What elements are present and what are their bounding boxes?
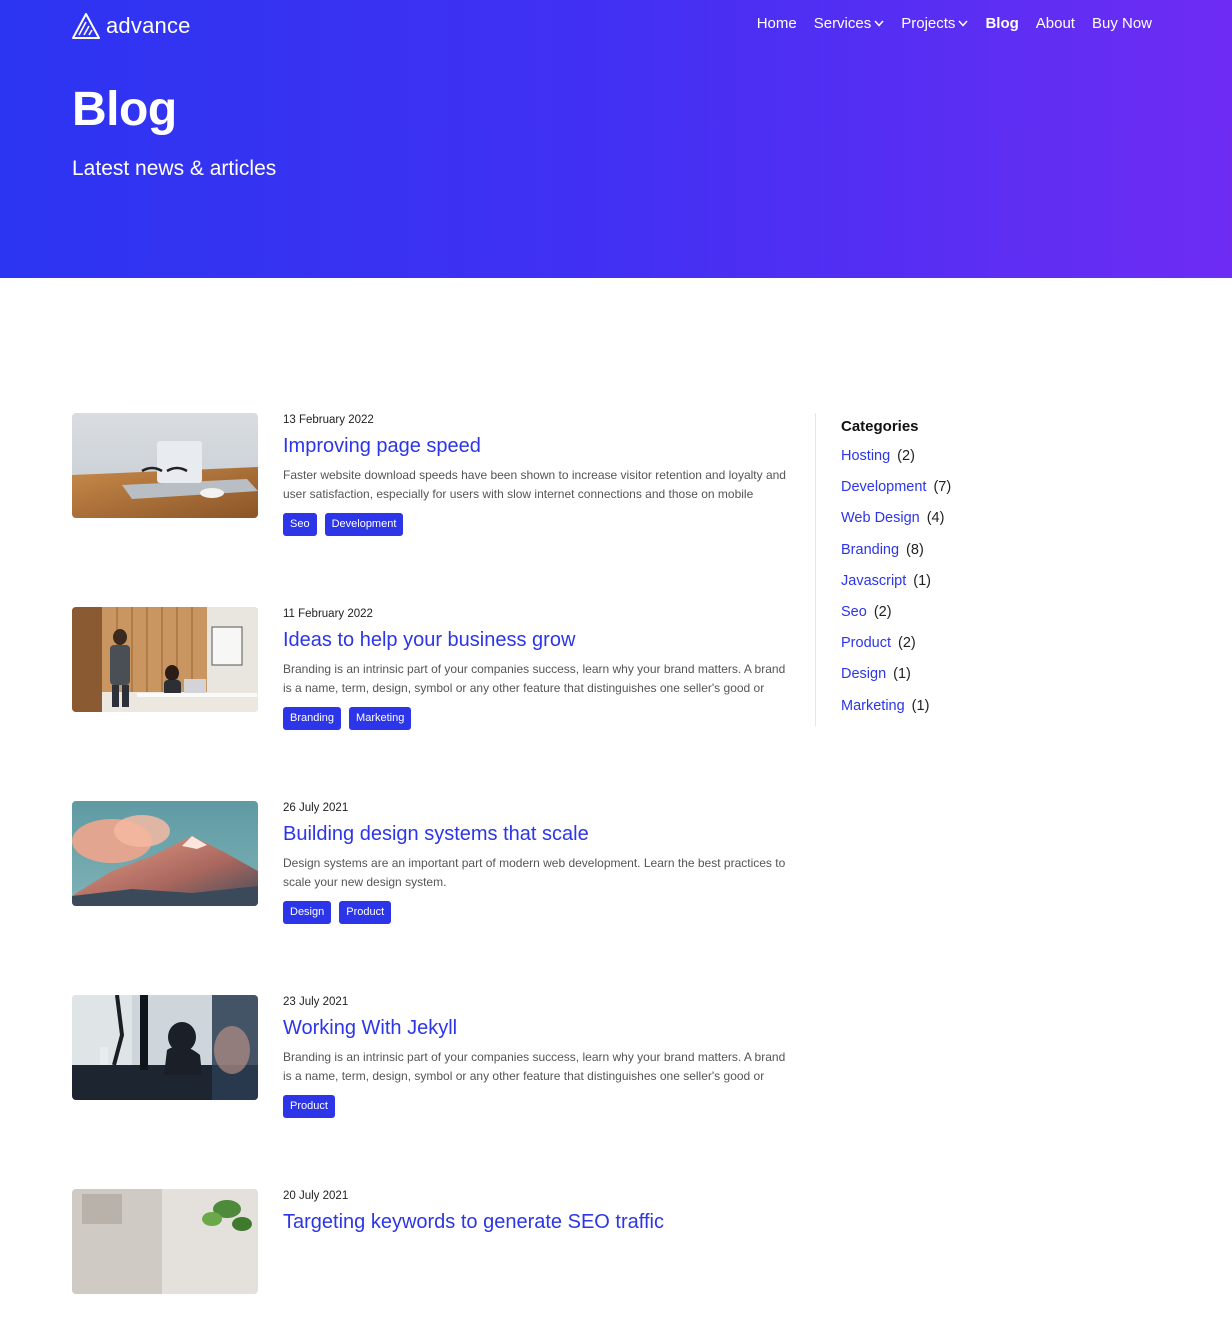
post-excerpt: Faster website download speeds have been… bbox=[283, 468, 786, 501]
nav-about[interactable]: About bbox=[1036, 15, 1075, 32]
main-nav: Home Services Projects Blog About Buy No… bbox=[757, 15, 1152, 32]
category-item-web-design: Web Design (4) bbox=[841, 510, 1141, 541]
mountain-image bbox=[72, 801, 258, 906]
nav-home[interactable]: Home bbox=[757, 15, 797, 32]
category-item-seo: Seo (2) bbox=[841, 604, 1141, 635]
tag-product[interactable]: Product bbox=[283, 1095, 335, 1118]
post-tags: Design Product bbox=[283, 901, 793, 924]
category-link[interactable]: Design bbox=[841, 666, 886, 682]
category-count: (7) bbox=[933, 479, 952, 496]
post-date: 23 July 2021 bbox=[283, 996, 349, 1008]
category-link[interactable]: Marketing bbox=[841, 698, 905, 714]
category-count: (8) bbox=[906, 541, 924, 558]
nav-services-label: Services bbox=[813, 15, 872, 32]
category-item-branding: Branding (8) bbox=[841, 542, 1141, 573]
post-title-link[interactable]: Building design systems that scale bbox=[283, 822, 793, 846]
nav-blog[interactable]: Blog bbox=[985, 15, 1018, 32]
plant-image bbox=[72, 1189, 258, 1294]
category-count: (2) bbox=[873, 603, 892, 620]
category-count: (2) bbox=[897, 448, 915, 464]
post-date: 11 February 2022 bbox=[283, 608, 373, 620]
post-excerpt: Design systems are an important part of … bbox=[283, 856, 786, 889]
nav-projects[interactable]: Projects bbox=[901, 15, 968, 32]
post-body: 11 February 2022 Ideas to help your busi… bbox=[283, 607, 793, 730]
category-item-hosting: Hosting (2) bbox=[841, 448, 1141, 479]
logo[interactable]: advance bbox=[72, 12, 191, 40]
category-count: (1) bbox=[893, 666, 911, 683]
category-link[interactable]: Hosting bbox=[841, 448, 890, 464]
post-body: 23 July 2021 Working With Jekyll Brandin… bbox=[283, 995, 793, 1118]
page-title: Blog bbox=[72, 83, 177, 136]
categories-sidebar: Categories Hosting (2) Development (7) W… bbox=[841, 417, 1141, 729]
chevron-down-icon bbox=[958, 20, 968, 27]
nav-buy-now[interactable]: Buy Now bbox=[1092, 15, 1152, 32]
post-item: 23 July 2021 Working With Jekyll Brandin… bbox=[72, 995, 792, 1125]
post-tags: Product bbox=[283, 1095, 793, 1118]
category-item-marketing: Marketing (1) bbox=[841, 698, 1141, 729]
sidebar-divider bbox=[815, 413, 816, 726]
category-item-development: Development (7) bbox=[841, 479, 1141, 510]
logo-text: advance bbox=[106, 13, 191, 38]
post-thumbnail-plant[interactable] bbox=[72, 1189, 258, 1294]
nav-projects-label: Projects bbox=[901, 15, 956, 32]
post-thumbnail-office[interactable] bbox=[72, 607, 258, 712]
tag-design[interactable]: Design bbox=[283, 901, 332, 924]
post-body: 20 July 2021 Targeting keywords to gener… bbox=[283, 1189, 793, 1234]
tag-development[interactable]: Development bbox=[324, 513, 404, 536]
office-people-image bbox=[72, 607, 258, 712]
post-body: 13 February 2022 Improving page speed Fa… bbox=[283, 413, 793, 536]
tag-seo[interactable]: Seo bbox=[283, 513, 317, 536]
category-link[interactable]: Branding bbox=[841, 542, 899, 558]
category-link[interactable]: Javascript bbox=[841, 573, 906, 589]
category-item-javascript: Javascript (1) bbox=[841, 573, 1141, 604]
post-excerpt: Branding is an intrinsic part of your co… bbox=[283, 662, 786, 695]
post-date: 20 July 2021 bbox=[283, 1190, 349, 1202]
post-title-link[interactable]: Targeting keywords to generate SEO traff… bbox=[283, 1210, 793, 1234]
category-count: (4) bbox=[926, 510, 945, 527]
nav-blog-label: Blog bbox=[985, 15, 1019, 32]
post-tags: Seo Development bbox=[283, 513, 793, 536]
post-thumbnail-silhouette[interactable] bbox=[72, 995, 258, 1100]
tag-marketing[interactable]: Marketing bbox=[349, 707, 412, 730]
tag-product[interactable]: Product bbox=[339, 901, 392, 924]
post-thumbnail-laptop[interactable] bbox=[72, 413, 258, 518]
category-link[interactable]: Product bbox=[841, 635, 891, 651]
post-body: 26 July 2021 Building design systems tha… bbox=[283, 801, 793, 924]
category-count: (2) bbox=[897, 635, 916, 652]
chevron-down-icon bbox=[874, 20, 884, 27]
category-link[interactable]: Web Design bbox=[841, 510, 920, 526]
category-item-product: Product (2) bbox=[841, 635, 1141, 666]
category-count: (1) bbox=[911, 697, 930, 714]
post-item: 13 February 2022 Improving page speed Fa… bbox=[72, 413, 792, 543]
post-title-link[interactable]: Ideas to help your business grow bbox=[283, 628, 793, 652]
category-item-design: Design (1) bbox=[841, 666, 1141, 697]
hero-banner: advance Home Services Projects Blog Abou… bbox=[0, 0, 1232, 278]
post-item: 26 July 2021 Building design systems tha… bbox=[72, 801, 792, 931]
post-excerpt: Branding is an intrinsic part of your co… bbox=[283, 1050, 786, 1083]
category-count: (1) bbox=[913, 572, 932, 589]
post-thumbnail-mountain[interactable] bbox=[72, 801, 258, 906]
nav-home-label: Home bbox=[756, 15, 797, 32]
nav-about-label: About bbox=[1035, 15, 1075, 32]
logo-mark-icon bbox=[72, 13, 100, 39]
silhouette-cafe-image bbox=[72, 995, 258, 1100]
post-date: 26 July 2021 bbox=[283, 802, 349, 814]
tag-branding[interactable]: Branding bbox=[283, 707, 342, 730]
post-item: 11 February 2022 Ideas to help your busi… bbox=[72, 607, 792, 737]
nav-buy-now-label: Buy Now bbox=[1091, 15, 1152, 32]
post-item: 20 July 2021 Targeting keywords to gener… bbox=[72, 1189, 792, 1319]
post-title-link[interactable]: Working With Jekyll bbox=[283, 1016, 793, 1040]
nav-services[interactable]: Services bbox=[814, 15, 885, 32]
categories-title: Categories bbox=[841, 418, 919, 435]
category-link[interactable]: Seo bbox=[841, 604, 867, 620]
post-title-link[interactable]: Improving page speed bbox=[283, 434, 793, 458]
page-subtitle: Latest news & articles bbox=[72, 157, 277, 180]
post-date: 13 February 2022 bbox=[283, 414, 374, 426]
category-link[interactable]: Development bbox=[841, 479, 926, 495]
post-tags: Branding Marketing bbox=[283, 707, 793, 730]
laptop-desk-image bbox=[72, 413, 258, 518]
